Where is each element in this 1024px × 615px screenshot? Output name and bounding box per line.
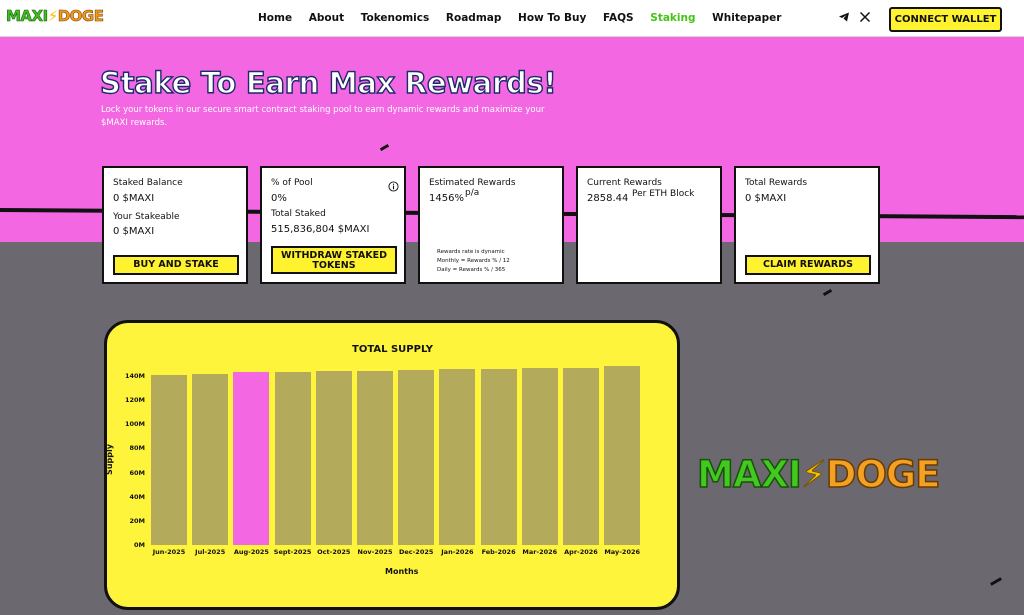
nav-link-faqs[interactable]: FAQS bbox=[603, 12, 634, 24]
chart-y-axis-label: Supply bbox=[104, 444, 114, 475]
chart-bar[interactable] bbox=[315, 371, 352, 545]
main-menu: Home About Tokenomics Roadmap How To Buy… bbox=[258, 12, 794, 24]
stakeable-label: Your Stakeable bbox=[113, 212, 180, 222]
brand-logo: MAXI⚡DOGE bbox=[696, 452, 941, 497]
estimated-rewards-unit: p/a bbox=[465, 188, 480, 198]
page-subtitle: Lock your tokens in our secure smart con… bbox=[101, 105, 545, 128]
chart-y-tick: 100M bbox=[124, 420, 145, 429]
brand-logo-bolt-icon: ⚡ bbox=[800, 453, 827, 497]
current-rewards-unit: Per ETH Block bbox=[632, 189, 695, 199]
chart-y-tick: 140M bbox=[124, 372, 145, 380]
logo-text-doge: DOGE bbox=[57, 7, 104, 26]
pool-percent-label: % of Pool bbox=[271, 178, 313, 188]
estimated-rewards-card: Estimated Rewards 1456% p/a Rewards rate… bbox=[418, 166, 564, 284]
chart-title: TOTAL SUPPLY bbox=[352, 344, 433, 355]
logo-text-maxi: MAXI bbox=[6, 7, 49, 26]
rewards-note-monthly: Monthly = Rewards % / 12 bbox=[437, 258, 510, 264]
chart-bar[interactable] bbox=[439, 369, 476, 545]
buy-and-stake-button[interactable]: BUY AND STAKE bbox=[113, 255, 239, 275]
staked-balance-card: Staked Balance 0 $MAXI Your Stakeable 0 … bbox=[102, 166, 248, 284]
total-staked-value: 515,836,804 $MAXI bbox=[271, 224, 370, 235]
chart-bar[interactable] bbox=[480, 368, 517, 545]
chart-y-tick: 20M bbox=[129, 516, 145, 525]
current-rewards-value: 2858.44 bbox=[587, 193, 629, 204]
logo-bolt-icon: ⚡ bbox=[47, 7, 59, 25]
brand-logo-maxi: MAXI bbox=[696, 452, 802, 497]
total-rewards-value: 0 $MAXI bbox=[745, 193, 787, 204]
rewards-note-dynamic: Rewards rate is dynamic bbox=[437, 249, 505, 255]
nav-link-whitepaper[interactable]: Whitepaper bbox=[712, 12, 781, 24]
chart-bar[interactable] bbox=[398, 369, 435, 545]
chart-bar[interactable] bbox=[563, 367, 599, 545]
nav-link-about[interactable]: About bbox=[309, 12, 344, 24]
current-rewards-label: Current Rewards bbox=[587, 178, 662, 188]
top-navbar: MAXI⚡DOGE Home About Tokenomics Roadmap … bbox=[0, 0, 1024, 37]
info-icon[interactable] bbox=[388, 177, 399, 196]
staked-balance-label: Staked Balance bbox=[113, 178, 183, 188]
estimated-rewards-value: 1456% bbox=[429, 193, 464, 204]
chart-bar[interactable] bbox=[151, 374, 187, 545]
telegram-icon[interactable] bbox=[838, 11, 850, 26]
total-staked-label: Total Staked bbox=[271, 209, 326, 219]
stakeable-value: 0 $MAXI bbox=[113, 226, 155, 237]
nav-link-tokenomics[interactable]: Tokenomics bbox=[361, 12, 430, 24]
pool-card: % of Pool 0% Total Staked 515,836,804 $M… bbox=[260, 166, 406, 284]
chart-bar[interactable] bbox=[604, 366, 641, 545]
nav-link-staking[interactable]: Staking bbox=[650, 12, 695, 24]
decorative-dash bbox=[822, 288, 833, 297]
chart-y-tick: 0M bbox=[134, 541, 145, 549]
brand-logo-doge: DOGE bbox=[825, 452, 941, 497]
chart-bar[interactable] bbox=[274, 371, 311, 545]
withdraw-staked-button[interactable]: WITHDRAW STAKED TOKENS bbox=[271, 246, 397, 274]
x-twitter-icon[interactable] bbox=[859, 11, 871, 26]
chart-bar[interactable] bbox=[233, 372, 270, 545]
staked-balance-value: 0 $MAXI bbox=[113, 193, 155, 204]
nav-link-roadmap[interactable]: Roadmap bbox=[446, 12, 501, 24]
pool-percent-value: 0% bbox=[271, 193, 287, 204]
connect-wallet-button[interactable]: CONNECT WALLET bbox=[889, 7, 1002, 32]
chart-x-axis-label: Months bbox=[385, 567, 419, 576]
decorative-dash bbox=[990, 577, 1002, 586]
chart-y-tick: 40M bbox=[129, 492, 145, 501]
chart-y-tick: 120M bbox=[124, 396, 145, 405]
rewards-note-daily: Daily = Rewards % / 365 bbox=[437, 267, 506, 273]
chart-bar[interactable] bbox=[521, 368, 558, 545]
total-rewards-card: Total Rewards 0 $MAXI CLAIM REWARDS bbox=[734, 166, 880, 284]
claim-rewards-button[interactable]: CLAIM REWARDS bbox=[745, 255, 871, 275]
chart-bar[interactable] bbox=[357, 370, 393, 545]
chart-y-tick: 80M bbox=[129, 444, 145, 453]
estimated-rewards-label: Estimated Rewards bbox=[429, 178, 516, 188]
total-rewards-label: Total Rewards bbox=[745, 178, 808, 188]
chart-x-tick: May-2026 bbox=[604, 548, 641, 556]
nav-link-home[interactable]: Home bbox=[258, 12, 292, 24]
nav-link-how-to-buy[interactable]: How To Buy bbox=[518, 12, 586, 24]
chart-bar[interactable] bbox=[192, 373, 229, 545]
site-logo[interactable]: MAXI⚡DOGE bbox=[6, 7, 105, 26]
page-title: Stake To Earn Max Rewards! bbox=[99, 65, 557, 100]
current-rewards-card: Current Rewards 2858.44 Per ETH Block bbox=[576, 166, 722, 284]
chart-y-tick: 60M bbox=[129, 468, 145, 477]
